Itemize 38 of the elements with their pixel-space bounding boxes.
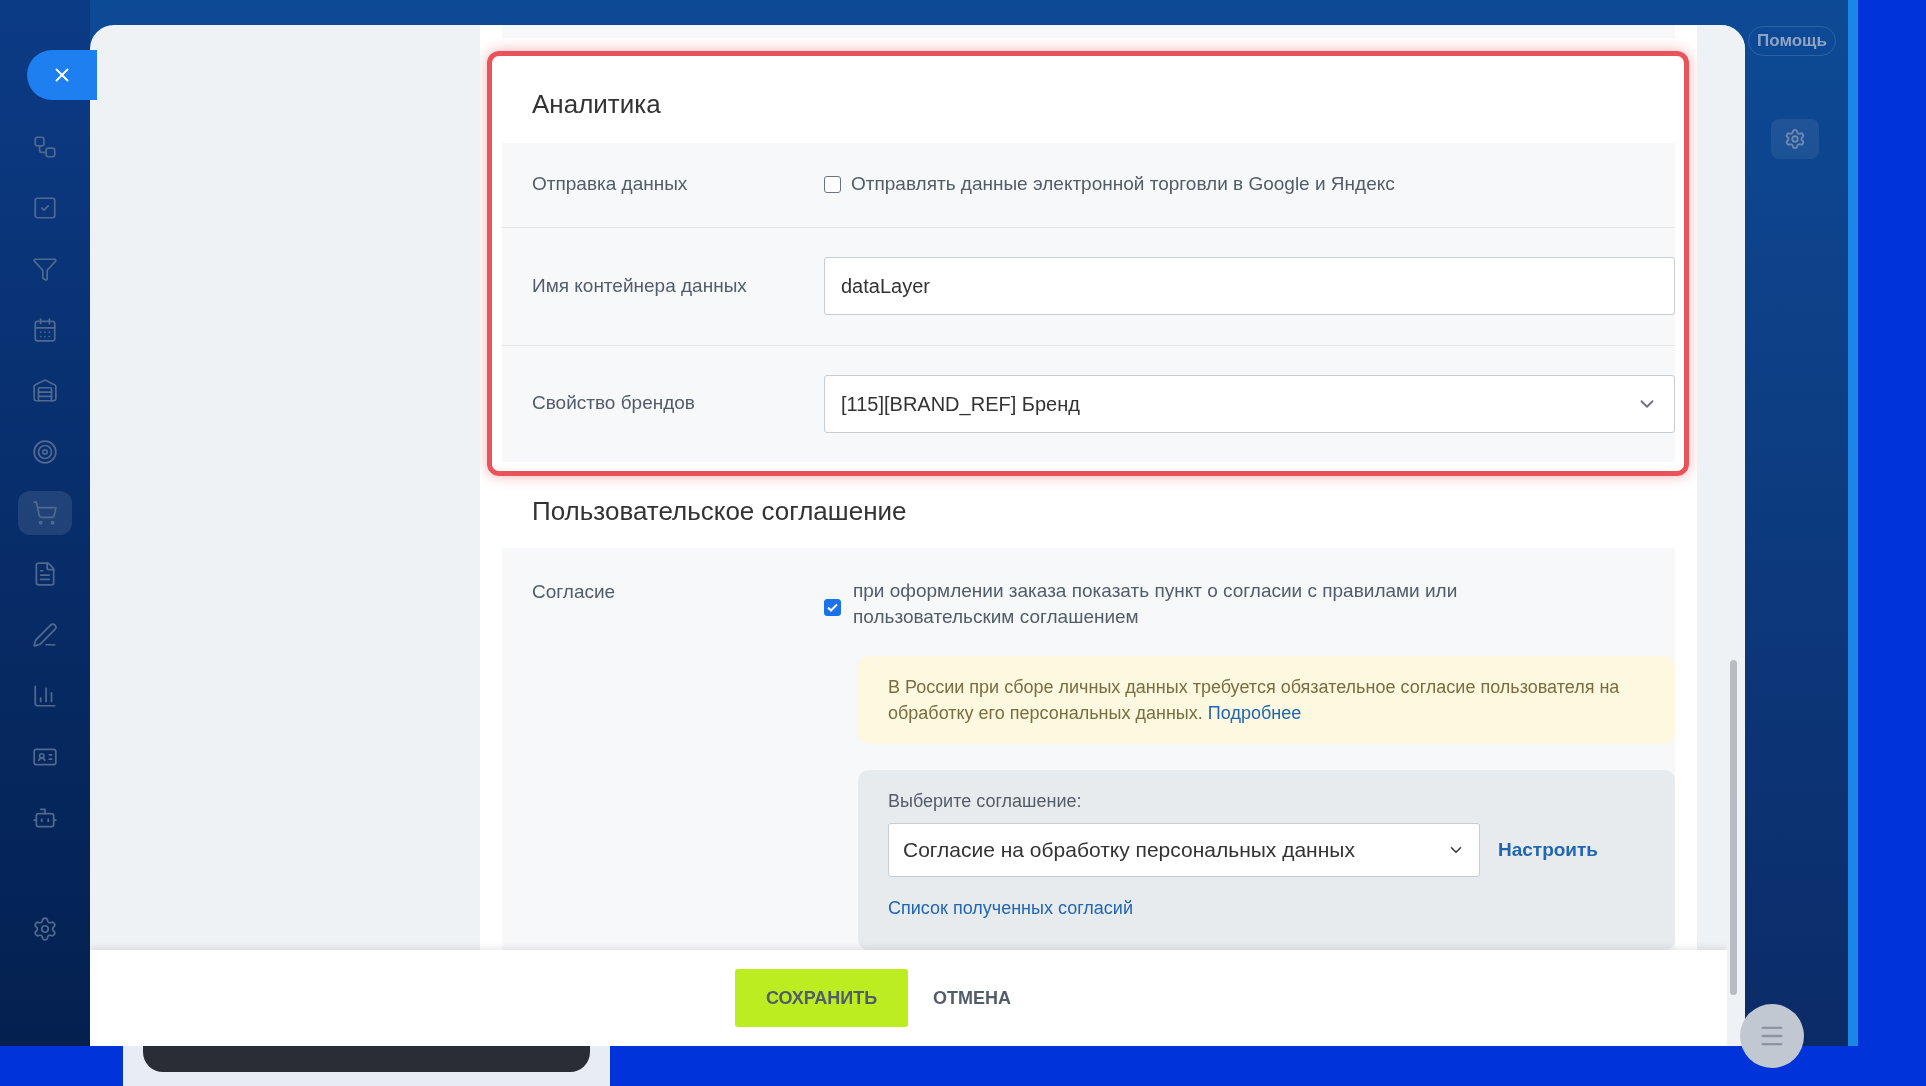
notice-text: В России при сборе личных данных требуется обязательное согласие пользователя на обработку его персональных данных. Подробнее xyxy=(888,677,1620,723)
cart-icon xyxy=(32,500,58,526)
more-link[interactable]: Подробнее xyxy=(1207,703,1302,723)
target-icon xyxy=(32,439,58,465)
pen-icon xyxy=(32,622,58,648)
select-field[interactable]: [115][BRAND_REF] Бренд xyxy=(824,374,1675,433)
row-label: Имя контейнера данных xyxy=(531,273,748,298)
input-field[interactable]: dataLayer xyxy=(824,257,1675,316)
bar-chart-icon xyxy=(32,683,58,709)
funnel-icon xyxy=(32,256,58,282)
row-label: Отправка данных xyxy=(531,172,689,197)
settings-icon xyxy=(1784,128,1806,150)
field-label: Выберите соглашение: xyxy=(888,790,1083,813)
nodes-icon xyxy=(32,134,58,160)
section-title: Аналитика xyxy=(532,87,661,121)
section-title: Пользовательское соглашение xyxy=(532,495,907,529)
agreement-select[interactable]: Согласие на обработку персональных данных xyxy=(888,823,1480,877)
warehouse-icon xyxy=(32,378,58,404)
settings-icon xyxy=(32,916,58,942)
row-label: Согласие xyxy=(531,580,617,604)
settings-button[interactable] xyxy=(1771,119,1819,159)
save-button[interactable]: СОХРАНИТЬ xyxy=(734,969,909,1027)
checkbox-label: Отправлять данные электронной торговли в Google и Яндекс xyxy=(851,172,1395,197)
close-button[interactable] xyxy=(27,50,97,100)
checkmark-icon xyxy=(827,603,838,612)
sidebar-item[interactable] xyxy=(18,491,72,535)
checkbox[interactable] xyxy=(824,599,841,616)
configure-link[interactable]: Настроить xyxy=(1498,835,1599,865)
checkbox-label: при оформлении заказа показать пункт о согласии с правилами или пользовательским соглашением xyxy=(853,579,1459,629)
cancel-button[interactable]: ОТМЕНА xyxy=(932,969,1013,1027)
robot-icon xyxy=(32,805,58,831)
document-icon xyxy=(32,561,58,587)
checkbox-task-icon xyxy=(32,195,58,221)
row-label: Свойство брендов xyxy=(531,391,696,416)
scrollbar-thumb[interactable] xyxy=(1730,660,1737,995)
consents-list-link[interactable]: Список полученных согласий xyxy=(888,895,1645,922)
calendar-icon xyxy=(32,317,58,343)
checkbox[interactable] xyxy=(824,176,841,194)
